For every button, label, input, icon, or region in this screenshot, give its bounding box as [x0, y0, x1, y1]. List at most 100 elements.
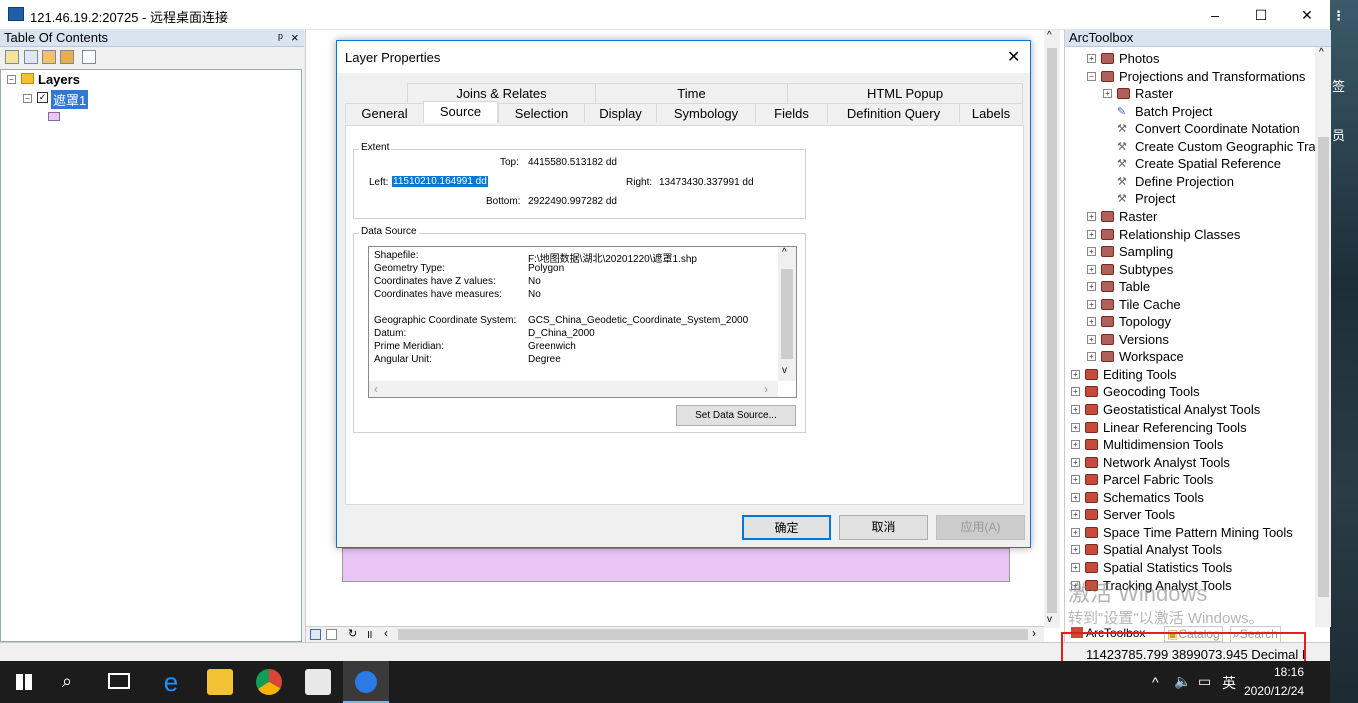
toolbox-item[interactable]: + Parcel Fabric Tools [1065, 472, 1315, 489]
toolbox-item[interactable]: + Table [1065, 279, 1315, 296]
arctoolbox-scrollbar[interactable]: ^ [1315, 47, 1331, 627]
set-data-source-button[interactable]: Set Data Source... [676, 405, 796, 426]
start-icon[interactable] [16, 674, 32, 690]
expand-icon[interactable]: + [1071, 492, 1080, 502]
tab-symbology[interactable]: Symbology [656, 103, 755, 123]
toolbox-item[interactable]: − Projections and Transformations [1065, 69, 1315, 86]
ok-button[interactable]: 确定 [742, 515, 831, 540]
clock-time[interactable]: 18:16 [1274, 665, 1304, 679]
toolbox-item[interactable]: + Linear Referencing Tools [1065, 420, 1315, 437]
toc-close-icon[interactable]: × [291, 30, 299, 45]
options-icon[interactable] [82, 50, 96, 64]
tab-definition-query[interactable]: Definition Query [827, 103, 959, 123]
toolbox-item[interactable]: + Relationship Classes [1065, 227, 1315, 244]
tab-general[interactable]: General [345, 103, 423, 123]
expand-icon[interactable]: + [1103, 89, 1112, 99]
expand-icon[interactable]: + [1071, 545, 1080, 555]
expand-icon[interactable]: + [1071, 562, 1080, 572]
pause-icon[interactable]: ॥ [366, 627, 373, 642]
cancel-button[interactable]: 取消 [839, 515, 928, 540]
scroll-up-icon[interactable]: ^ [1047, 30, 1052, 41]
scroll-thumb[interactable] [1047, 48, 1057, 613]
textbox-scroll-down-icon[interactable]: v [782, 365, 787, 376]
textbox-scroll-up-icon[interactable]: ^ [782, 247, 787, 258]
expand-icon[interactable]: + [1087, 54, 1096, 63]
expand-icon[interactable]: + [1087, 211, 1096, 221]
refresh-icon[interactable]: ↻ [348, 627, 357, 640]
expand-icon[interactable]: + [1087, 229, 1096, 239]
toolbox-item[interactable]: ⚒ Create Custom Geographic Transformation [1065, 139, 1315, 156]
volume-icon[interactable]: 🔈 [1174, 673, 1191, 690]
collapse-icon[interactable]: − [7, 75, 16, 84]
task-view-icon[interactable] [108, 673, 130, 689]
active-app-button[interactable] [343, 661, 389, 703]
pin-icon[interactable]: ᵖ [278, 30, 283, 45]
toolbox-item[interactable]: + Network Analyst Tools [1065, 455, 1315, 472]
collapse-layer-icon[interactable]: − [23, 94, 32, 103]
toolbox-item[interactable]: + Raster [1065, 209, 1315, 226]
toolbox-item[interactable]: + Workspace [1065, 349, 1315, 366]
expand-icon[interactable]: + [1071, 422, 1080, 432]
textbox-scroll-left-icon[interactable]: ‹ [374, 382, 378, 396]
search-icon[interactable]: ⌕ [62, 671, 72, 692]
toolbox-item[interactable]: + Spatial Statistics Tools [1065, 560, 1315, 577]
expand-icon[interactable]: + [1071, 387, 1080, 397]
scroll-left-icon[interactable]: ‹ [384, 626, 388, 640]
dialog-close-icon[interactable]: ✕ [1007, 47, 1020, 67]
atb-scroll-thumb[interactable] [1318, 137, 1329, 597]
minimize-button[interactable]: – [1192, 0, 1238, 30]
toolbox-item[interactable]: ⚒ Define Projection [1065, 174, 1315, 191]
data-view-icon[interactable] [310, 629, 321, 640]
toolbox-item[interactable]: + Subtypes [1065, 262, 1315, 279]
tab-source[interactable]: Source [423, 101, 498, 123]
toolbox-item[interactable]: + Photos [1065, 51, 1315, 68]
textbox-hscroll[interactable]: ‹ › [369, 381, 778, 397]
layer-visibility-checkbox[interactable]: ✓ [37, 92, 48, 103]
expand-icon[interactable]: + [1071, 405, 1080, 414]
tab-selection[interactable]: Selection [498, 103, 584, 123]
toolbox-item[interactable]: + Schematics Tools [1065, 490, 1315, 507]
scroll-right-icon[interactable]: › [1032, 626, 1036, 640]
toolbox-item[interactable]: + Tile Cache [1065, 297, 1315, 314]
toolbox-item[interactable]: + Raster [1065, 86, 1315, 103]
list-by-visibility-icon[interactable] [42, 50, 56, 64]
expand-icon[interactable]: + [1071, 510, 1080, 520]
list-by-drawing-order-icon[interactable] [5, 50, 19, 64]
clock-date[interactable]: 2020/12/24 [1244, 684, 1304, 698]
expand-icon[interactable]: + [1087, 282, 1096, 292]
map-vertical-scrollbar[interactable]: ^ v [1044, 30, 1060, 628]
tray-chevron-icon[interactable]: ^ [1152, 674, 1159, 690]
toolbox-item[interactable]: + Editing Tools [1065, 367, 1315, 384]
expand-icon[interactable]: + [1087, 264, 1096, 274]
toolbox-item[interactable]: + Server Tools [1065, 507, 1315, 524]
expand-icon[interactable]: + [1087, 352, 1096, 362]
expand-icon[interactable]: + [1087, 334, 1096, 344]
tab-labels[interactable]: Labels [959, 103, 1023, 123]
expand-icon[interactable]: + [1071, 527, 1080, 537]
expand-icon[interactable]: + [1071, 457, 1080, 467]
tab-joins-relates[interactable]: Joins & Relates [407, 83, 595, 103]
data-source-textbox[interactable]: Shapefile: F:\地图数据\湖北\20201220\遮罩1.shp Geo… [368, 246, 797, 398]
expand-icon[interactable]: + [1071, 369, 1080, 379]
arcmap-icon[interactable] [305, 669, 331, 695]
toolbox-item[interactable]: + Geocoding Tools [1065, 384, 1315, 401]
ie-icon[interactable]: e [158, 669, 184, 695]
textbox-scroll-thumb[interactable] [781, 269, 793, 359]
close-button[interactable]: ✕ [1284, 0, 1330, 30]
layer-symbol-swatch[interactable] [48, 112, 60, 121]
layout-view-icon[interactable] [326, 629, 337, 640]
toolbox-item[interactable]: + Sampling [1065, 244, 1315, 261]
expand-icon[interactable]: − [1087, 71, 1096, 81]
toolbox-item[interactable]: ⚒ Create Spatial Reference [1065, 156, 1315, 173]
toolbox-item[interactable]: + Space Time Pattern Mining Tools [1065, 525, 1315, 542]
horizontal-scroll-thumb[interactable] [398, 629, 1028, 640]
maximize-button[interactable]: ☐ [1238, 0, 1284, 30]
expand-icon[interactable]: + [1087, 317, 1096, 327]
toolbox-item[interactable]: + Spatial Analyst Tools [1065, 542, 1315, 559]
list-by-source-icon[interactable] [24, 50, 38, 64]
tab-display[interactable]: Display [584, 103, 656, 123]
textbox-scroll-right-icon[interactable]: › [764, 382, 768, 396]
toolbox-item[interactable]: ⚒ Convert Coordinate Notation [1065, 121, 1315, 138]
toolbox-item[interactable]: + Versions [1065, 332, 1315, 349]
textbox-vscroll[interactable]: ^ v [778, 247, 796, 381]
